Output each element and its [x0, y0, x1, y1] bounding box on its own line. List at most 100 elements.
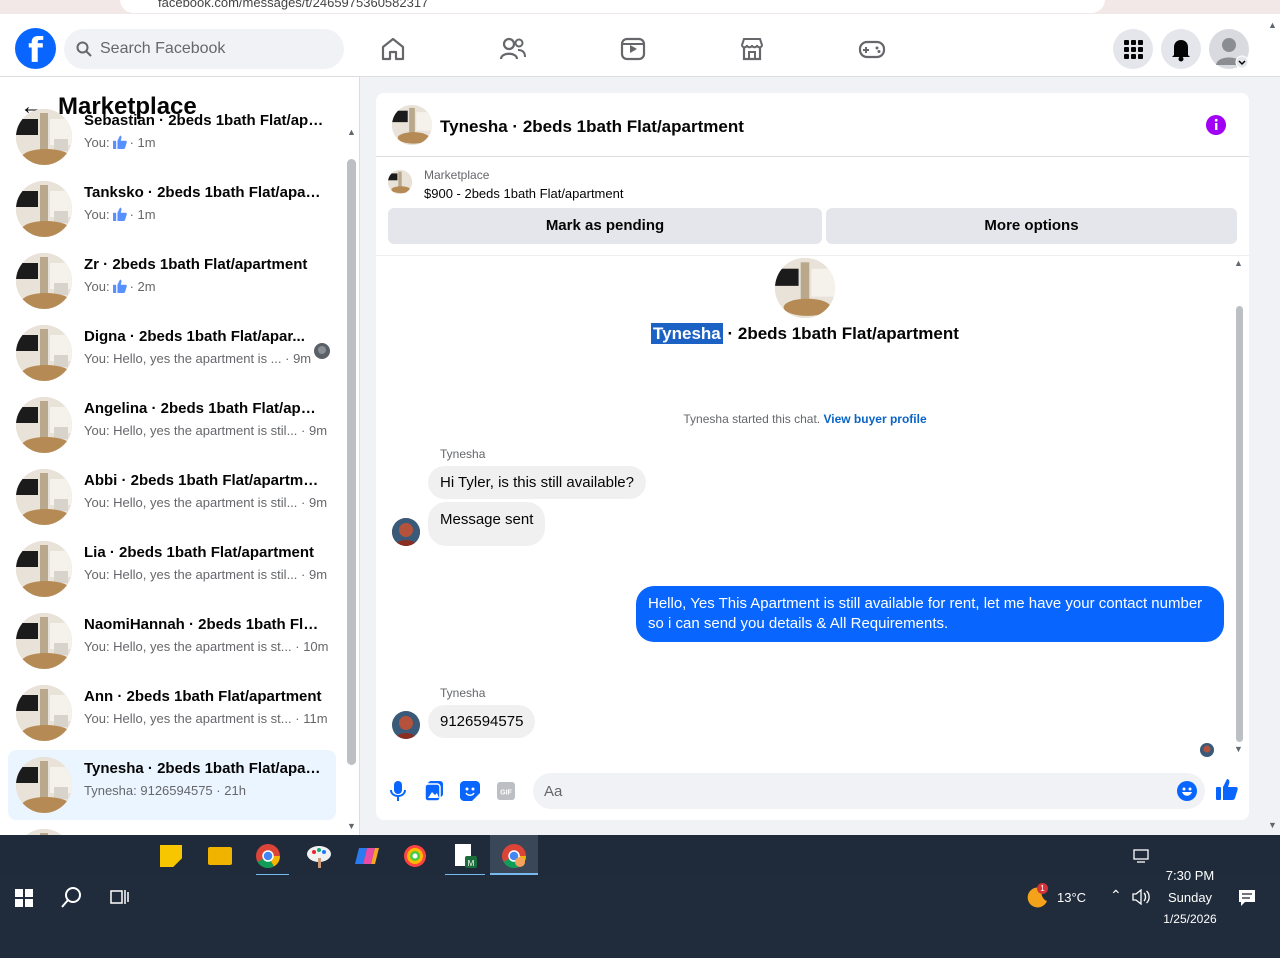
- preview-text: You:: [84, 279, 110, 294]
- view-buyer-profile-link[interactable]: View buyer profile: [823, 412, 926, 426]
- network-icon[interactable]: [1133, 849, 1151, 863]
- page-scroll-up-icon[interactable]: ▲: [1268, 20, 1277, 30]
- scroll-up-icon[interactable]: ▲: [347, 127, 356, 137]
- search-icon: [76, 41, 92, 57]
- notification-center-icon[interactable]: [1238, 889, 1256, 907]
- weather-badge: 1: [1037, 883, 1048, 894]
- scroll-down-icon[interactable]: ▼: [347, 821, 356, 831]
- sticker-icon[interactable]: [460, 781, 480, 801]
- listing-price[interactable]: $900 - 2beds 1bath Flat/apartment: [424, 186, 623, 201]
- page-scroll-down-icon[interactable]: ▼: [1268, 820, 1277, 830]
- scroll-down-icon[interactable]: ▼: [1234, 744, 1243, 754]
- conversation-thumbnail: [16, 109, 72, 165]
- clock-time[interactable]: 7:30 PM: [1162, 868, 1218, 883]
- chrome-profile-taskbar-button[interactable]: [490, 835, 538, 875]
- sender-avatar[interactable]: [392, 711, 420, 739]
- conversation-name: Tynesha · 2beds 1bath Flat/apart...: [84, 760, 324, 777]
- sticky-notes-icon[interactable]: [160, 845, 182, 867]
- mark-pending-button[interactable]: Mark as pending: [388, 208, 822, 244]
- info-icon[interactable]: [1206, 115, 1226, 135]
- conversation-item[interactable]: Sebastian · 2beds 1bath Flat/apa... You: ·…: [8, 102, 336, 172]
- conversation-item[interactable]: Tanksko · 2beds 1bath Flat/apart... You: ·…: [8, 174, 336, 244]
- photos-icon[interactable]: [403, 844, 427, 868]
- outgoing-message-line: Hello, Yes This Apartment is still avail…: [648, 595, 1203, 612]
- incoming-message[interactable]: Message sent: [428, 502, 546, 546]
- marketplace-icon[interactable]: [737, 34, 767, 64]
- file-explorer-icon[interactable]: [208, 847, 232, 865]
- account-button[interactable]: [1209, 29, 1249, 69]
- conversation-avatar[interactable]: [775, 258, 835, 318]
- video-icon[interactable]: [618, 34, 648, 64]
- address-bar[interactable]: facebook.com/messages/t/2465975360582317: [120, 0, 1105, 13]
- conversation-item-partial[interactable]: [8, 822, 336, 835]
- gif-icon[interactable]: GIF: [497, 782, 515, 800]
- chrome-icon[interactable]: [256, 844, 280, 868]
- sender-name: Tynesha: [440, 447, 486, 461]
- facebook-logo-icon[interactable]: f: [15, 28, 56, 71]
- chevron-up-icon[interactable]: ⌃: [1110, 887, 1122, 904]
- incoming-message[interactable]: Hi Tyler, is this still available?: [428, 466, 646, 499]
- document-app-icon[interactable]: M: [455, 844, 477, 868]
- weather-temperature[interactable]: 13°C: [1057, 890, 1086, 905]
- conversation-item[interactable]: Ann · 2beds 1bath Flat/apartment You: Hel…: [8, 678, 336, 748]
- search-taskbar-icon[interactable]: [61, 886, 83, 908]
- paint-icon[interactable]: [306, 844, 332, 868]
- preview-time: · 1m: [129, 207, 156, 222]
- incoming-message[interactable]: 9126594575: [428, 705, 536, 738]
- gaming-icon[interactable]: [857, 34, 887, 64]
- photo-icon[interactable]: [425, 781, 443, 801]
- volume-icon[interactable]: [1132, 889, 1150, 905]
- sender-name: Tynesha: [440, 686, 486, 700]
- conversation-preview: You: · 1m: [84, 207, 156, 222]
- outgoing-message[interactable]: Hello, Yes This Apartment is still avail…: [636, 586, 1224, 642]
- conversation-preview: You: · 2m: [84, 279, 156, 294]
- preview-time: · 10m: [295, 639, 329, 654]
- seen-avatar: [314, 343, 330, 359]
- conversation-item[interactable]: Lia · 2beds 1bath Flat/apartment You: Hel…: [8, 534, 336, 604]
- clock-day[interactable]: Sunday: [1162, 890, 1218, 905]
- more-options-button[interactable]: More options: [826, 208, 1237, 244]
- conversation-item[interactable]: Abbi · 2beds 1bath Flat/apartment You: He…: [8, 462, 336, 532]
- chat-header: Tynesha · 2beds 1bath Flat/apartment: [376, 93, 1249, 157]
- microphone-icon[interactable]: [390, 781, 406, 801]
- conversation-item[interactable]: Zr · 2beds 1bath Flat/apartment You: · 2m: [8, 246, 336, 316]
- scroll-up-icon[interactable]: ▲: [1234, 258, 1243, 268]
- chat-panel: Tynesha · 2beds 1bath Flat/apartment Mar…: [376, 93, 1249, 820]
- conversation-item[interactable]: NaomiHannah · 2beds 1bath Fla... You: Hel…: [8, 606, 336, 676]
- grid-menu-icon: [1124, 40, 1143, 59]
- preview-text: You: Hello, yes the apartment is st...: [84, 639, 292, 654]
- message-scrollbar[interactable]: [1236, 306, 1243, 742]
- clock-date[interactable]: 1/25/2026: [1158, 912, 1222, 926]
- conversation-name: NaomiHannah · 2beds 1bath Fla...: [84, 616, 324, 633]
- conversation-thumbnail: [16, 757, 72, 813]
- conversation-item[interactable]: Angelina · 2beds 1bath Flat/apar... You: …: [8, 390, 336, 460]
- chat-title[interactable]: Tynesha · 2beds 1bath Flat/apartment: [440, 117, 744, 137]
- windows-start-icon[interactable]: [15, 889, 33, 907]
- weather-widget[interactable]: 1: [1025, 883, 1049, 909]
- friends-icon[interactable]: [498, 34, 528, 64]
- emoji-icon[interactable]: [1177, 781, 1197, 801]
- chat-started-note: Tynesha started this chat. View buyer pr…: [376, 412, 1234, 426]
- preview-text: You: Hello, yes the apartment is stil...: [84, 567, 298, 582]
- sender-avatar[interactable]: [392, 518, 420, 546]
- menu-button[interactable]: [1113, 29, 1153, 69]
- preview-text: You: Hello, yes the apartment is ...: [84, 351, 282, 366]
- notifications-button[interactable]: [1161, 29, 1201, 69]
- avatar-icon: [1216, 38, 1249, 69]
- conversation-item[interactable]: Digna · 2beds 1bath Flat/apar... You: Hel…: [8, 318, 336, 388]
- conversation-item[interactable]: Tynesha · 2beds 1bath Flat/apart... Tynes…: [8, 750, 336, 820]
- task-view-icon[interactable]: [110, 887, 130, 907]
- listing-small-thumbnail[interactable]: [388, 170, 412, 194]
- preview-time: · 9m: [301, 495, 328, 510]
- message-input[interactable]: Aa: [533, 773, 1205, 809]
- conversation-name: Sebastian · 2beds 1bath Flat/apa...: [84, 112, 324, 129]
- copilot-icon[interactable]: [355, 844, 379, 868]
- conversation-preview: Tynesha: 9126594575 · 21h: [84, 783, 246, 798]
- search-input[interactable]: Search Facebook: [64, 29, 344, 69]
- home-icon[interactable]: [378, 34, 408, 64]
- thumbs-up-icon[interactable]: [1216, 778, 1238, 800]
- conversation-name: Zr · 2beds 1bath Flat/apartment: [84, 256, 308, 273]
- listing-thumbnail[interactable]: [392, 105, 432, 145]
- sidebar-scrollbar[interactable]: [347, 159, 356, 765]
- listing-label: Marketplace: [424, 168, 490, 182]
